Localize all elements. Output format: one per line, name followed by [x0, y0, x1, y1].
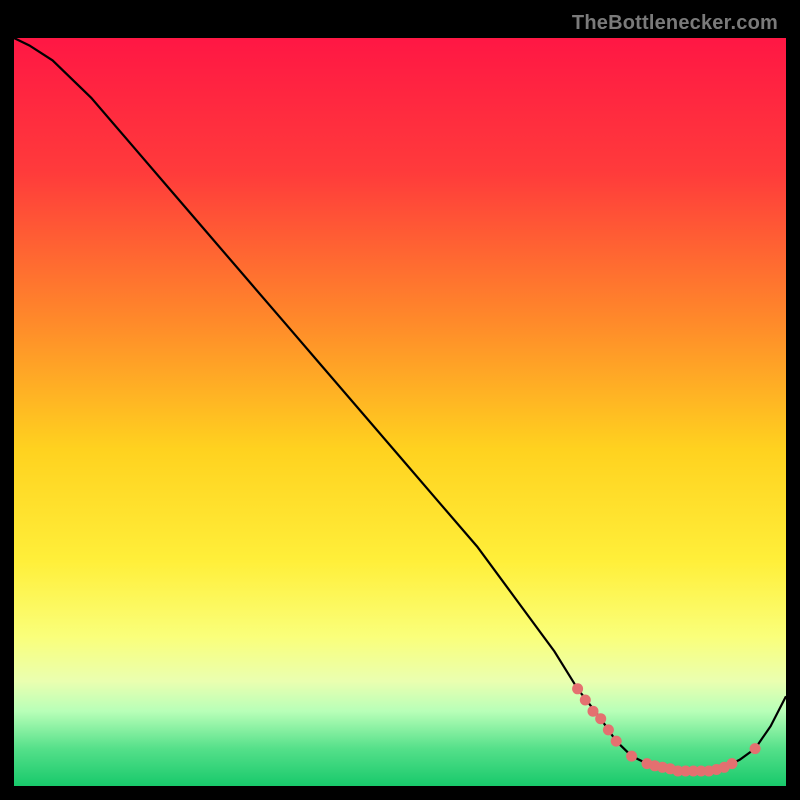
highlight-dot [727, 758, 738, 769]
highlight-dot [626, 751, 637, 762]
chart-frame: TheBottlenecker.com [14, 14, 786, 786]
watermark-text: TheBottlenecker.com [572, 12, 778, 35]
gradient-background [14, 38, 786, 786]
highlight-dot [572, 683, 583, 694]
highlight-dot [750, 743, 761, 754]
highlight-dot [580, 695, 591, 706]
plot-area [14, 38, 786, 786]
bottleneck-chart [14, 38, 786, 786]
highlight-dot [603, 724, 614, 735]
highlight-dot [611, 736, 622, 747]
highlight-dot [595, 713, 606, 724]
